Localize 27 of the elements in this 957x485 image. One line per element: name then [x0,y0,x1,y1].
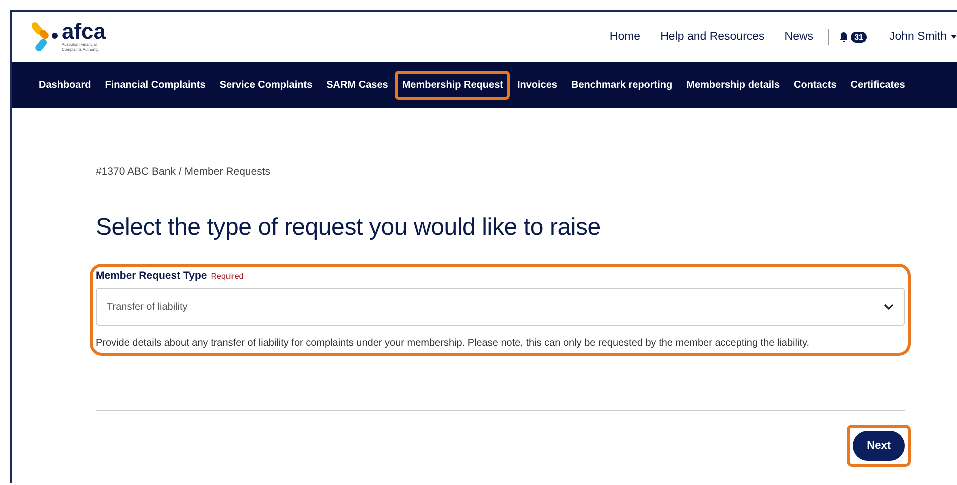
nav-item[interactable]: Certificates [844,70,912,100]
top-link[interactable]: Home [600,31,651,43]
nav-item[interactable]: Benchmark reporting [564,70,680,100]
nav-item[interactable]: Financial Complaints [98,70,213,100]
user-menu[interactable]: John Smith [889,31,957,43]
nav-item[interactable]: Dashboard [32,70,98,100]
request-type-dropdown[interactable]: Transfer of liability [96,288,905,326]
required-label: Required [211,272,244,281]
nav-item[interactable]: Invoices [510,70,564,100]
page-heading: Select the type of request you would like to raise [96,214,602,242]
chevron-down-icon [884,304,894,310]
top-link[interactable]: Help and Resources [650,31,775,43]
logo-icon [32,20,60,54]
bell-icon[interactable] [838,32,849,42]
nav-item[interactable]: Membership Request [395,70,510,100]
breadcrumb: #1370 ABC Bank / Member Requests [96,166,272,178]
top-link[interactable]: News [774,31,824,43]
next-button[interactable]: Next [853,431,905,461]
logo-wordmark: afca [62,22,106,42]
help-text: Provide details about any transfer of liability for complaints under your membership. Please note, this can only be requested by the member accepting the liability. [96,337,811,351]
nav-item[interactable]: Contacts [787,70,844,100]
caret-icon [951,35,957,39]
nav-item[interactable]: Service Complaints [212,70,320,100]
notification-count: 31 [850,32,868,42]
nav-item[interactable]: SARM Cases [320,70,396,100]
field-label: Member Request Type [96,270,208,282]
nav-item[interactable]: Membership details [680,70,787,100]
